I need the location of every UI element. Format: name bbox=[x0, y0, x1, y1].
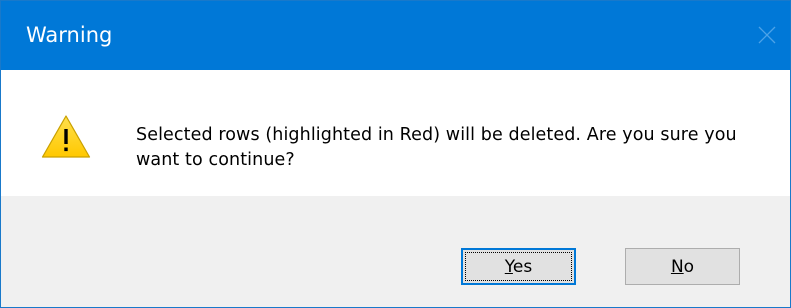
no-button[interactable]: No bbox=[625, 248, 740, 285]
close-icon bbox=[758, 26, 776, 44]
warning-dialog: Warning Selected rows (highlighted in Re… bbox=[0, 0, 791, 308]
no-mnemonic: N bbox=[670, 256, 684, 277]
no-label-rest: o bbox=[683, 256, 695, 277]
dialog-content: Selected rows (highlighted in Red) will … bbox=[1, 70, 790, 196]
dialog-title: Warning bbox=[26, 23, 113, 47]
dialog-footer: Yes No bbox=[1, 196, 790, 307]
focus-ring bbox=[465, 252, 572, 281]
title-bar[interactable]: Warning bbox=[1, 1, 790, 70]
warning-icon bbox=[41, 115, 91, 158]
close-button[interactable] bbox=[744, 1, 790, 70]
warning-message: Selected rows (highlighted in Red) will … bbox=[136, 125, 737, 170]
yes-button[interactable]: Yes bbox=[461, 248, 576, 285]
no-button-label: No bbox=[671, 257, 694, 277]
